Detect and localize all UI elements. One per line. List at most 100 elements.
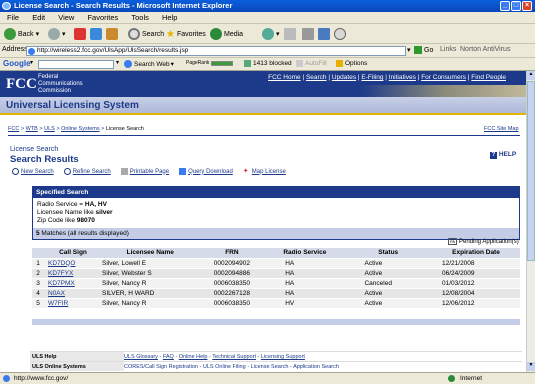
google-toolbar: Google ▾ ▾ Search Web ▾ PageRank 1413 blo… <box>0 58 535 71</box>
menu-file[interactable]: File <box>7 13 19 22</box>
window-titlebar: License Search - Search Results - Micros… <box>0 0 535 12</box>
breadcrumb: FCC > WTB > ULS > Online Systems > Licen… <box>8 126 144 132</box>
edit-icon <box>318 28 330 40</box>
google-logo[interactable]: Google <box>3 59 31 68</box>
refresh-button[interactable] <box>90 27 104 41</box>
specified-search-criteria: Radio Service = HA, HV Licensee Name lik… <box>33 198 519 228</box>
call-sign-link[interactable]: W7FIR <box>44 298 102 309</box>
map-license-label: Map License <box>251 168 286 175</box>
maximize-button[interactable]: □ <box>511 1 521 11</box>
matches-summary: 5 Matches (all results displayed) <box>33 228 519 239</box>
google-search-input[interactable] <box>38 60 114 69</box>
menu-view[interactable]: View <box>58 13 74 22</box>
forward-button[interactable]: ▾ <box>48 27 66 41</box>
printable-page-label: Printable Page <box>129 168 170 175</box>
fcc-top-links: FCC Home | Search | Updates | E-Filing |… <box>268 74 506 81</box>
e-filing-link[interactable]: E-Filing <box>361 74 383 81</box>
menu-favorites[interactable]: Favorites <box>87 13 118 22</box>
divider <box>8 135 520 136</box>
for-consumers-link[interactable]: For Consumers <box>421 74 466 81</box>
address-input[interactable]: http://wireless2.fcc.gov/UlsApp/UlsSearc… <box>26 46 406 56</box>
call-sign-link[interactable]: KD7FYX <box>44 268 102 279</box>
application-search-link[interactable]: Application Search <box>293 364 339 370</box>
site-map-link[interactable]: FCC Site Map <box>484 126 519 132</box>
toolbar: Back ▾ ▾ Search ★ Favorites Media ▾ <box>0 24 535 44</box>
google-options-button[interactable]: Options <box>336 60 367 67</box>
edit-button[interactable] <box>318 27 332 41</box>
scroll-down-icon[interactable]: ▼ <box>527 362 535 371</box>
address-dropdown-icon[interactable]: ▾ <box>407 46 411 54</box>
menu-tools[interactable]: Tools <box>131 13 149 22</box>
license-search-link[interactable]: License Search <box>251 364 289 370</box>
initiatives-link[interactable]: Initiatives <box>389 74 416 81</box>
breadcrumb-uls[interactable]: ULS <box>44 126 55 132</box>
call-sign-link[interactable]: KD7PMX <box>44 278 102 289</box>
menu-help[interactable]: Help <box>162 13 177 22</box>
updates-link[interactable]: Updates <box>332 74 356 81</box>
call-sign-link[interactable]: KD7DQO <box>44 258 102 269</box>
refine-search-link[interactable]: Refine Search <box>63 168 111 175</box>
popup-blocker-button[interactable]: 1413 blocked <box>244 60 292 67</box>
history-button[interactable]: ▾ <box>262 27 280 41</box>
uls-glossary-link[interactable]: ULS Glossary <box>124 354 158 360</box>
help-button[interactable]: ? HELP <box>490 151 516 159</box>
magnifier-icon <box>63 168 71 175</box>
norton-antivirus-button[interactable]: Norton AntiVirus <box>460 46 510 53</box>
scroll-thumb[interactable] <box>527 81 535 261</box>
breadcrumb-fcc[interactable]: FCC <box>8 126 19 132</box>
back-button[interactable]: Back ▾ <box>4 27 39 41</box>
frn: 0006038350 <box>198 278 266 289</box>
options-icon <box>336 60 343 67</box>
map-license-link[interactable]: ✦ Map License <box>243 168 286 175</box>
vertical-scrollbar[interactable]: ▲ ▼ <box>526 71 535 372</box>
pending-icon: PA <box>448 238 457 245</box>
col-radio-service-header: Radio Service <box>265 248 345 259</box>
results-footer-bar <box>32 319 520 325</box>
table-row: 5 W7FIR Silver, Nancy R 0006038350 HV Ac… <box>32 298 520 309</box>
printable-page-link[interactable]: Printable Page <box>120 168 170 175</box>
uls-title: Universal Licensing System <box>6 100 139 111</box>
online-help-link[interactable]: Online Help <box>179 354 208 360</box>
search-link[interactable]: Search <box>306 74 327 81</box>
minimize-button[interactable]: _ <box>500 1 510 11</box>
scroll-up-icon[interactable]: ▲ <box>527 71 535 80</box>
search-web-button[interactable]: Search Web ▾ <box>124 60 174 68</box>
status: Active <box>344 258 432 269</box>
media-button[interactable]: Media <box>210 27 243 41</box>
close-button[interactable]: × <box>522 1 532 11</box>
links-button[interactable]: Links <box>440 46 456 53</box>
breadcrumb-wtb[interactable]: WTB <box>26 126 38 132</box>
new-search-link[interactable]: New Search <box>12 168 54 175</box>
find-people-link[interactable]: Find People <box>471 74 506 81</box>
address-bar: Address http://wireless2.fcc.gov/UlsApp/… <box>0 44 535 58</box>
search-button[interactable]: Search <box>128 27 164 41</box>
autofill-button[interactable]: AutoFill <box>296 60 327 67</box>
print-button[interactable] <box>302 27 316 41</box>
col-status-header: Status <box>344 248 432 259</box>
row-index: 4 <box>32 288 44 299</box>
call-sign-link[interactable]: N0AX <box>44 288 102 299</box>
cores-link[interactable]: CORES/Call Sign Registration <box>124 364 198 370</box>
messenger-button[interactable] <box>334 27 348 41</box>
stop-button[interactable] <box>74 27 88 41</box>
query-download-link[interactable]: Query Download <box>179 168 233 175</box>
mail-button[interactable] <box>284 27 298 41</box>
help-icon: ? <box>490 152 497 159</box>
licensing-support-link[interactable]: Licensing Support <box>261 354 305 360</box>
col-licensee-name-header: Licensee Name <box>101 248 199 259</box>
pagerank-indicator[interactable]: PageRank <box>186 60 234 66</box>
fcc-home-link[interactable]: FCC Home <box>268 74 301 81</box>
google-input-dropdown-icon[interactable]: ▾ <box>116 59 119 66</box>
home-button[interactable] <box>106 27 120 41</box>
row-index: 2 <box>32 268 44 279</box>
fcc-logo[interactable]: FCC <box>6 74 37 94</box>
menu-edit[interactable]: Edit <box>32 13 45 22</box>
technical-support-link[interactable]: Technical Support <box>212 354 256 360</box>
uls-online-filing-link[interactable]: ULS Online Filing <box>203 364 246 370</box>
go-button[interactable]: Go <box>414 46 433 54</box>
results-header-row: Call Sign Licensee Name FRN Radio Servic… <box>32 248 520 259</box>
google-dropdown-icon[interactable]: ▾ <box>30 59 33 66</box>
favorites-button[interactable]: ★ Favorites <box>166 27 206 41</box>
breadcrumb-online-systems[interactable]: Online Systems <box>61 126 100 132</box>
faq-link[interactable]: FAQ <box>163 354 174 360</box>
